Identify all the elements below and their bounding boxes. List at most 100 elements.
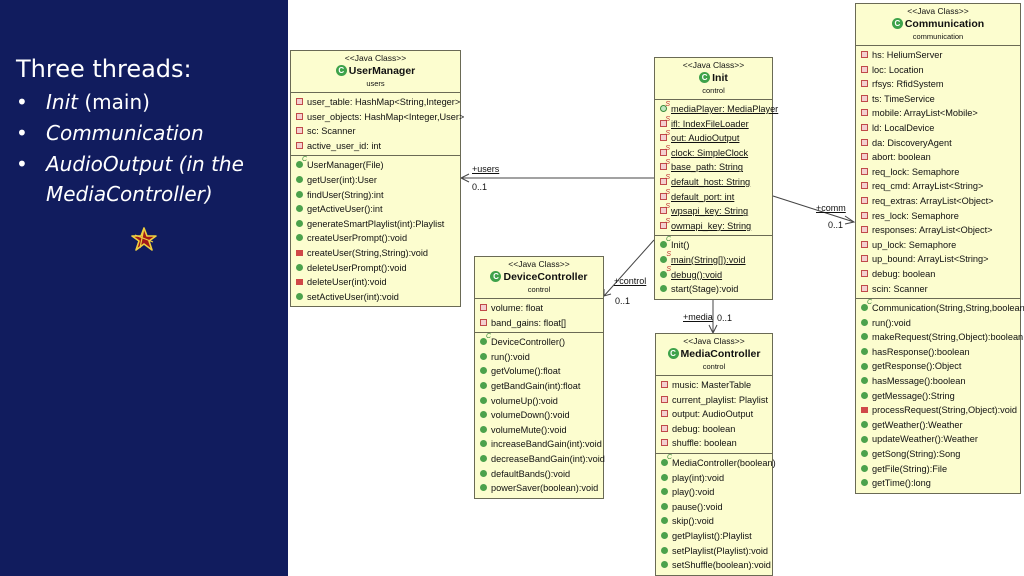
method-row[interactable]: C Init(): [655, 236, 772, 253]
field-row[interactable]: active_user_id: int: [291, 139, 460, 154]
method-row[interactable]: setActiveUser(int):void: [291, 290, 460, 305]
method-row[interactable]: start(Stage):void: [655, 282, 772, 297]
method-row[interactable]: generateSmartPlaylist(int):Playlist: [291, 217, 460, 232]
bullet-text-italic: Communication: [46, 121, 204, 145]
private-icon: [861, 138, 868, 146]
method-row[interactable]: getUser(int):User: [291, 173, 460, 188]
method-row[interactable]: updateWeather():Weather: [856, 432, 1020, 447]
method-row[interactable]: C DeviceController(): [475, 333, 603, 350]
class-init[interactable]: <<Java Class>> C Init control SmediaPlayer: …: [654, 57, 778, 300]
field-row[interactable]: rfsys: RfidSystem: [856, 77, 1020, 92]
class-communication[interactable]: <<Java Class>> C Communication communicatio…: [855, 3, 1024, 494]
method-row[interactable]: hasMessage():boolean: [856, 374, 1020, 389]
method-row[interactable]: getResponse():Object: [856, 359, 1020, 374]
field-row[interactable]: scin: Scanner: [856, 282, 1020, 297]
field-row[interactable]: res_lock: Semaphore: [856, 209, 1020, 224]
method-row[interactable]: run():void: [856, 316, 1020, 331]
method-row[interactable]: play():void: [656, 485, 772, 500]
field-text: req_lock: Semaphore: [872, 166, 960, 177]
private-icon: [861, 51, 868, 59]
field-row[interactable]: ld: LocalDevice: [856, 121, 1020, 136]
method-row[interactable]: getMessage():String: [856, 389, 1020, 404]
method-row[interactable]: deleteUser(int):void: [291, 275, 460, 290]
method-row[interactable]: skip():void: [656, 514, 772, 529]
field-row[interactable]: ts: TimeService: [856, 92, 1020, 107]
method-row[interactable]: getPlaylist():Playlist: [656, 529, 772, 544]
field-row[interactable]: req_extras: ArrayList<Object>: [856, 194, 1020, 209]
field-row[interactable]: req_cmd: ArrayList<String>: [856, 179, 1020, 194]
method-row[interactable]: getVolume():float: [475, 364, 603, 379]
field-row[interactable]: shuffle: boolean: [656, 436, 772, 451]
method-row[interactable]: processRequest(String,Object):void: [856, 403, 1020, 418]
field-row[interactable]: debug: boolean: [656, 422, 772, 437]
field-row[interactable]: da: DiscoveryAgent: [856, 136, 1020, 151]
field-row[interactable]: responses: ArrayList<Object>: [856, 223, 1020, 238]
field-row[interactable]: debug: boolean: [856, 267, 1020, 282]
method-row[interactable]: getWeather():Weather: [856, 418, 1020, 433]
field-row[interactable]: music: MasterTable: [656, 378, 772, 393]
method-row[interactable]: setShuffle(boolean):void: [656, 558, 772, 573]
method-row[interactable]: run():void: [475, 350, 603, 365]
field-row[interactable]: Sifl: IndexFileLoader: [655, 116, 772, 132]
field-row[interactable]: Swpsapi_key: String: [655, 203, 772, 219]
field-row[interactable]: Sdefault_host: String: [655, 174, 772, 190]
method-row[interactable]: powerSaver(boolean):void: [475, 481, 603, 496]
method-row[interactable]: C Communication(String,String,boolean): [856, 299, 1024, 316]
field-row[interactable]: up_bound: ArrayList<String>: [856, 252, 1020, 267]
field-row[interactable]: sc: Scanner: [291, 124, 460, 139]
field-row[interactable]: abort: boolean: [856, 150, 1020, 165]
class-usermanager[interactable]: <<Java Class>> C UserManager users user_tabl…: [290, 50, 464, 308]
method-row[interactable]: setPlaylist(Playlist):void: [656, 544, 772, 559]
fields-section: user_table: HashMap<String,Integer> user_…: [291, 93, 464, 155]
field-text: current_playlist: Playlist: [672, 394, 768, 405]
class-devicecontroller[interactable]: <<Java Class>> C DeviceController control vo…: [474, 256, 605, 499]
field-row[interactable]: hs: HeliumServer: [856, 48, 1020, 63]
method-row[interactable]: play(int):void: [656, 471, 772, 486]
field-row[interactable]: up_lock: Semaphore: [856, 238, 1020, 253]
private-icon: [296, 141, 303, 149]
method-row[interactable]: Sdebug():void: [655, 266, 772, 283]
field-text: wpsapi_key: String: [671, 206, 749, 217]
method-row[interactable]: C UserManager(File): [291, 156, 460, 173]
field-row[interactable]: band_gains: float[]: [475, 316, 603, 331]
private-icon: [296, 127, 303, 135]
field-row[interactable]: Sbase_path: String: [655, 159, 772, 175]
method-row[interactable]: getSong(String):Song: [856, 447, 1020, 462]
field-row[interactable]: Sout: AudioOutput: [655, 130, 772, 146]
field-row[interactable]: Sclock: SimpleClock: [655, 145, 772, 161]
field-row[interactable]: user_table: HashMap<String,Integer>: [291, 95, 460, 110]
fields-section: volume: float band_gains: float[]: [475, 299, 603, 332]
method-row[interactable]: getFile(String):File: [856, 462, 1020, 477]
field-row[interactable]: volume: float: [475, 301, 603, 316]
class-mediacontroller[interactable]: <<Java Class>> C MediaController control mus…: [655, 333, 776, 576]
method-row[interactable]: volumeMute():void: [475, 423, 603, 438]
method-row[interactable]: defaultBands():void: [475, 467, 603, 482]
field-row[interactable]: Sdefault_port: int: [655, 189, 772, 205]
field-row[interactable]: loc: Location: [856, 63, 1020, 78]
public-icon: [296, 263, 303, 271]
field-row[interactable]: output: AudioOutput: [656, 407, 772, 422]
method-row[interactable]: volumeDown():void: [475, 408, 603, 423]
method-row[interactable]: getActiveUser():int: [291, 202, 460, 217]
field-row[interactable]: SmediaPlayer: MediaPlayer: [655, 101, 778, 117]
method-row[interactable]: deleteUserPrompt():void: [291, 261, 460, 276]
field-row[interactable]: Sowmapi_key: String: [655, 218, 772, 234]
method-row[interactable]: findUser(String):int: [291, 188, 460, 203]
method-row[interactable]: createUserPrompt():void: [291, 231, 460, 246]
method-row[interactable]: getTime():long: [856, 476, 1020, 491]
method-row[interactable]: increaseBandGain(int):void: [475, 437, 603, 452]
method-row[interactable]: C MediaController(boolean): [656, 454, 776, 471]
method-row[interactable]: volumeUp():void: [475, 394, 603, 409]
method-row[interactable]: getBandGain(int):float: [475, 379, 603, 394]
method-row[interactable]: createUser(String,String):void: [291, 246, 460, 261]
field-row[interactable]: mobile: ArrayList<Mobile>: [856, 106, 1020, 121]
method-row[interactable]: pause():void: [656, 500, 772, 515]
method-row[interactable]: hasResponse():boolean: [856, 345, 1020, 360]
method-row[interactable]: Smain(String[]):void: [655, 251, 772, 268]
field-row[interactable]: req_lock: Semaphore: [856, 165, 1020, 180]
method-row[interactable]: decreaseBandGain(int):void: [475, 452, 605, 467]
field-row[interactable]: user_objects: HashMap<Integer,User>: [291, 110, 464, 125]
field-row[interactable]: current_playlist: Playlist: [656, 393, 772, 408]
method-text: volumeMute():void: [491, 424, 567, 435]
method-row[interactable]: makeRequest(String,Object):boolean: [856, 330, 1023, 345]
